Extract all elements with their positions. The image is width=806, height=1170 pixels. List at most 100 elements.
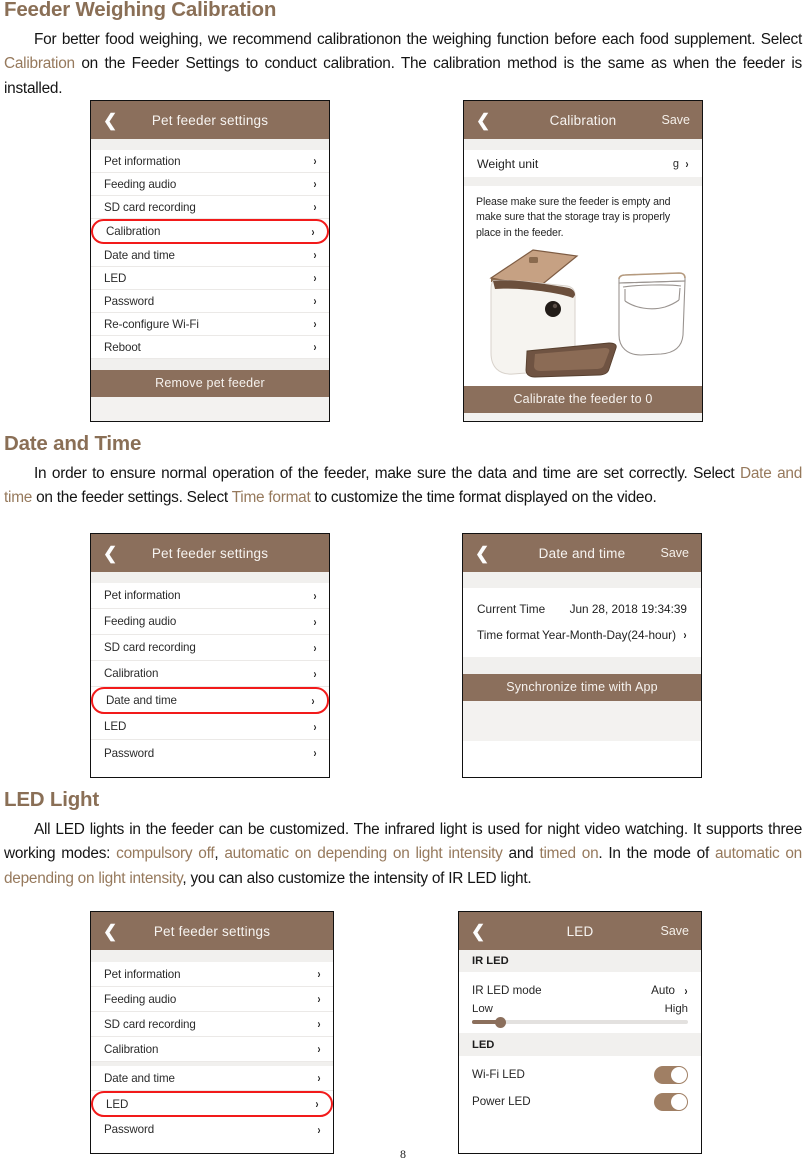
sidebar-item-feeding-audio[interactable]: Feeding audio › <box>91 609 329 635</box>
wifi-led-toggle[interactable] <box>654 1065 688 1084</box>
chevron-right-icon: › <box>313 746 317 760</box>
current-time-label: Current Time <box>477 602 546 616</box>
weight-unit-row[interactable]: Weight unit g › <box>464 150 702 177</box>
chevron-right-icon: › <box>313 588 317 603</box>
remove-pet-feeder-button[interactable]: Remove pet feeder <box>91 370 329 397</box>
chevron-right-icon: › <box>683 628 687 642</box>
save-button[interactable]: Save <box>661 924 690 938</box>
sidebar-item-led[interactable]: LED › <box>91 714 329 740</box>
chevron-left-icon[interactable]: ❮ <box>476 112 496 129</box>
sidebar-item-reconfigure-wifi[interactable]: Re-configure Wi-Fi › <box>91 313 329 336</box>
nav-title: Pet feeder settings <box>153 923 271 939</box>
group-header-led: LED <box>459 1033 701 1056</box>
list-item-label: LED <box>104 720 127 733</box>
page-number: 8 <box>400 1147 406 1161</box>
sidebar-item-feeding-audio[interactable]: Feeding audio › <box>91 987 333 1012</box>
paragraph-text-part-2: on the Feeder Settings to conduct calibr… <box>4 55 802 97</box>
sidebar-item-pet-information[interactable]: Pet information › <box>91 962 333 987</box>
ir-led-mode-label: IR LED mode <box>472 984 542 997</box>
calibrate-feeder-button[interactable]: Calibrate the feeder to 0 <box>464 386 702 414</box>
time-format-row[interactable]: Time format Year-Month-Day(24-hour) › <box>463 622 701 648</box>
chevron-right-icon: › <box>315 1097 319 1111</box>
ir-led-mode-row[interactable]: IR LED mode Auto › <box>459 978 701 1003</box>
sidebar-item-date-and-time[interactable]: Date and time › <box>91 687 329 714</box>
chevron-left-icon[interactable]: ❮ <box>103 923 123 940</box>
keyword-time-format: Time format <box>231 489 311 507</box>
paragraph-led-light: All LED lights in the feeder can be cust… <box>4 818 802 891</box>
nav-bar: ❮ Calibration Save <box>464 101 702 139</box>
content-top-gap <box>463 572 701 588</box>
time-format-label: Time format <box>477 628 540 642</box>
screenshot-settings-led: ❮ Pet feeder settings Pet information › … <box>90 911 334 1154</box>
save-button[interactable]: Save <box>661 546 690 560</box>
synchronize-time-button[interactable]: Synchronize time with App <box>463 674 701 701</box>
sidebar-item-calibration[interactable]: Calibration › <box>91 219 329 244</box>
list-item-label: LED <box>106 1097 129 1111</box>
current-time-row: Current Time Jun 28, 2018 19:34:39 <box>463 596 701 622</box>
nav-bar: ❮ Pet feeder settings <box>91 534 329 572</box>
chevron-right-icon: › <box>311 693 315 708</box>
list-top-gap <box>91 139 329 150</box>
sidebar-item-sd-card-recording[interactable]: SD card recording › <box>91 1012 333 1037</box>
chevron-left-icon[interactable]: ❮ <box>103 112 123 129</box>
slider-knob[interactable] <box>495 1016 507 1028</box>
chevron-left-icon[interactable]: ❮ <box>471 923 491 940</box>
chevron-right-icon: › <box>313 719 317 734</box>
sidebar-item-password[interactable]: Password › <box>91 1117 333 1142</box>
keyword-compulsory-off: compulsory off <box>116 845 215 863</box>
feeder-illustration-svg <box>489 249 686 378</box>
screenshot-led: ❮ LED Save IR LED IR LED mode Auto › Low… <box>458 911 702 1154</box>
content-mid-gap <box>463 657 701 674</box>
chevron-right-icon: › <box>313 640 317 655</box>
chevron-left-icon[interactable]: ❮ <box>103 545 123 562</box>
paragraph-text-part-2: , <box>214 845 225 863</box>
sidebar-item-date-and-time[interactable]: Date and time › <box>91 1066 333 1091</box>
list-item-label: Feeding audio <box>104 177 177 191</box>
sidebar-item-led[interactable]: LED › <box>91 1091 333 1117</box>
weight-unit-label: Weight unit <box>477 156 539 171</box>
list-item-label: Pet information <box>104 154 181 168</box>
list-item-label: Date and time <box>104 1071 175 1085</box>
keyword-timed-on: timed on <box>539 845 599 863</box>
save-button[interactable]: Save <box>662 113 691 127</box>
sidebar-item-password[interactable]: Password › <box>91 290 329 313</box>
content-top-gap <box>464 139 702 150</box>
sidebar-item-sd-card-recording[interactable]: SD card recording › <box>91 635 329 661</box>
time-format-value: Year-Month-Day(24-hour) <box>542 628 676 642</box>
nav-title: Pet feeder settings <box>151 545 269 561</box>
list-item-label: Feeding audio <box>104 992 177 1006</box>
chevron-right-icon: › <box>313 200 317 214</box>
current-time-value: Jun 28, 2018 19:34:39 <box>569 602 687 616</box>
toggle-knob <box>671 1066 687 1083</box>
settings-list: Pet information › Feeding audio › SD car… <box>91 962 333 1142</box>
chevron-right-icon: › <box>317 992 321 1006</box>
power-led-toggle[interactable] <box>654 1092 688 1111</box>
sidebar-item-led[interactable]: LED › <box>91 267 329 290</box>
chevron-left-icon[interactable]: ❮ <box>475 545 495 562</box>
screenshot-datetime: ❮ Date and time Save Current Time Jun 28… <box>462 533 702 778</box>
sidebar-item-reboot[interactable]: Reboot › <box>91 336 329 359</box>
settings-list: Pet information › Feeding audio › SD car… <box>91 150 329 359</box>
list-item-label: Re-configure Wi-Fi <box>104 317 199 331</box>
wifi-led-row[interactable]: Wi-Fi LED <box>459 1061 701 1088</box>
paragraph-text-part-2: on the feeder settings. Select <box>32 489 232 507</box>
chevron-right-icon: › <box>685 156 689 171</box>
list-item-label: Reboot <box>104 340 141 354</box>
sidebar-item-sd-card-recording[interactable]: SD card recording › <box>91 196 329 219</box>
list-item-label: SD card recording <box>104 200 196 214</box>
sidebar-item-feeding-audio[interactable]: Feeding audio › <box>91 173 329 196</box>
paragraph-text-part-1: For better food weighing, we recommend c… <box>34 31 802 48</box>
keyword-calibration: Calibration <box>4 55 75 73</box>
sidebar-item-pet-information[interactable]: Pet information › <box>91 583 329 609</box>
sidebar-item-calibration[interactable]: Calibration › <box>91 1037 333 1062</box>
power-led-row[interactable]: Power LED <box>459 1088 701 1115</box>
sidebar-item-calibration[interactable]: Calibration › <box>91 661 329 687</box>
sidebar-item-pet-information[interactable]: Pet information › <box>91 150 329 173</box>
ir-intensity-slider-labels: Low High <box>459 1003 701 1015</box>
sidebar-item-password[interactable]: Password › <box>91 740 329 766</box>
screenshot-calibration: ❮ Calibration Save Weight unit g › Pleas… <box>463 100 703 422</box>
list-item-label: SD card recording <box>104 1017 196 1031</box>
ir-intensity-slider[interactable] <box>459 1015 701 1033</box>
nav-bar: ❮ LED Save <box>459 912 701 950</box>
sidebar-item-date-and-time[interactable]: Date and time › <box>91 244 329 267</box>
